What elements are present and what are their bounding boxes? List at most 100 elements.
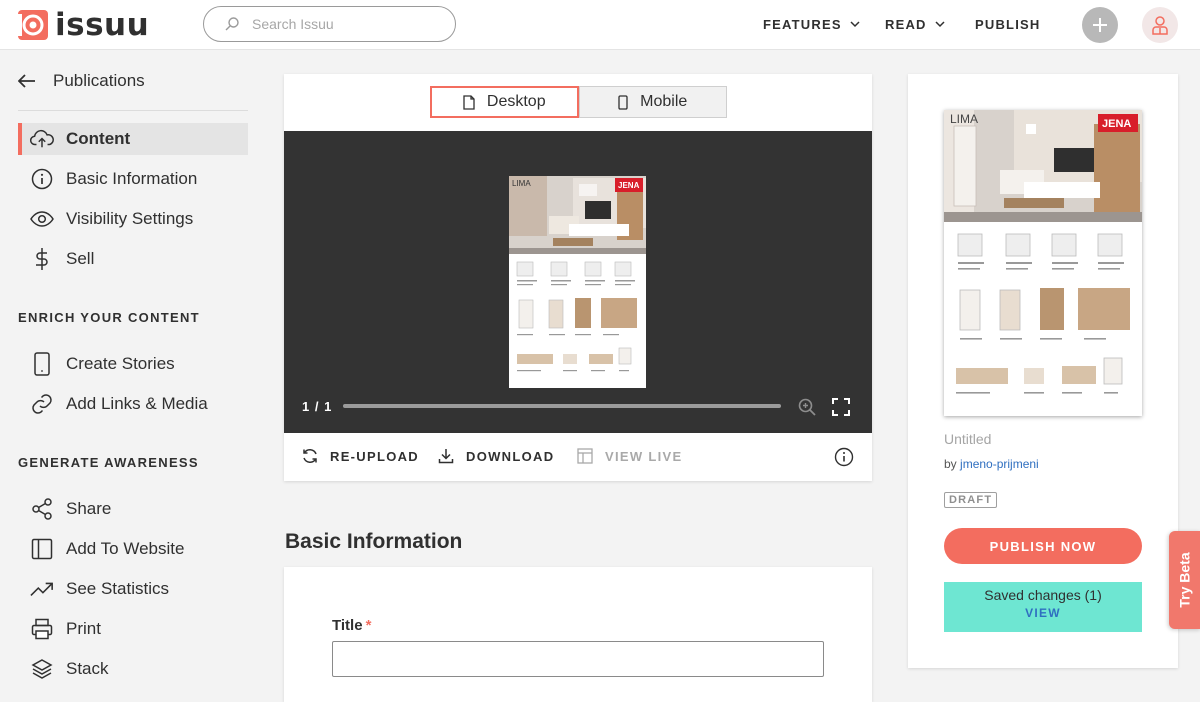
publish-now-button[interactable]: PUBLISH NOW <box>944 528 1142 564</box>
document-viewer[interactable]: JENA LIMA 1 / 1 <box>284 131 872 433</box>
sidebar-item-create-stories[interactable]: Create Stories <box>18 348 248 380</box>
view-live-label: VIEW LIVE <box>605 448 683 464</box>
embed-icon <box>30 537 54 561</box>
info-icon <box>30 167 54 191</box>
dollar-icon <box>30 247 54 271</box>
create-button[interactable] <box>1082 7 1118 43</box>
basic-information-card: Title * <box>284 567 872 702</box>
publication-thumbnail-image: JENA LIMA <box>944 110 1142 394</box>
sidebar-item-label: Print <box>66 619 101 638</box>
try-beta-label: Try Beta <box>1177 552 1193 608</box>
try-beta-tab[interactable]: Try Beta <box>1169 531 1200 629</box>
title-field-label: Title * <box>332 617 371 634</box>
trend-icon <box>30 577 54 601</box>
sidebar-item-print[interactable]: Print <box>18 613 248 645</box>
sidebar-item-sell[interactable]: Sell <box>18 243 248 275</box>
sidebar-item-label: Share <box>66 499 112 518</box>
document-page-image: JENA LIMA <box>509 176 646 372</box>
sidebar-item-add-to-website[interactable]: Add To Website <box>18 533 248 565</box>
toggle-mobile[interactable]: Mobile <box>578 86 727 118</box>
toggle-mobile-label: Mobile <box>640 93 688 110</box>
publication-summary-card: JENA LIMA Untitled by jmeno-prijmeni DRA… <box>908 74 1178 668</box>
nav-publish[interactable]: PUBLISH <box>975 17 1040 32</box>
share-icon <box>30 497 54 521</box>
sidebar-item-label: Add Links & Media <box>66 394 208 413</box>
saved-changes-box: Saved changes (1) VIEW <box>944 582 1142 632</box>
view-changes-link[interactable]: VIEW <box>944 606 1142 620</box>
basic-information-heading: Basic Information <box>285 530 463 553</box>
nav-publish-label: PUBLISH <box>975 17 1041 32</box>
viewer-controls: 1 / 1 <box>302 398 857 416</box>
status-badge: DRAFT <box>944 492 998 508</box>
eye-icon <box>30 207 54 231</box>
info-icon[interactable] <box>834 447 854 467</box>
doc-brand: JENA <box>618 181 640 190</box>
document-icon <box>463 94 475 110</box>
sidebar-item-basic-information[interactable]: Basic Information <box>18 163 248 195</box>
awareness-heading: GENERATE AWARENESS <box>18 455 199 470</box>
toggle-desktop[interactable]: Desktop <box>430 86 579 118</box>
title-label-text: Title <box>332 617 363 634</box>
nav-features[interactable]: FEATURES <box>763 17 860 32</box>
nav-read[interactable]: READ <box>885 17 945 32</box>
doc-title: LIMA <box>512 179 531 188</box>
search-icon <box>225 17 239 31</box>
sidebar-item-add-links-media[interactable]: Add Links & Media <box>18 388 248 420</box>
link-icon <box>30 392 54 416</box>
sidebar-item-label: Add To Website <box>66 539 185 558</box>
sidebar-item-visibility-settings[interactable]: Visibility Settings <box>18 203 248 235</box>
preview-actions: RE-UPLOAD DOWNLOAD VIEW LIVE <box>284 433 872 481</box>
nav-read-label: READ <box>885 17 927 32</box>
thumb-title: LIMA <box>950 112 978 126</box>
title-field[interactable] <box>332 641 824 677</box>
sidebar-item-label: Sell <box>66 249 95 268</box>
top-bar: issuu FEATURES READ PUBLISH <box>0 0 1200 50</box>
fullscreen-icon[interactable] <box>832 398 850 416</box>
sidebar-item-label: Create Stories <box>66 354 175 373</box>
nav-features-label: FEATURES <box>763 17 842 32</box>
reupload-button[interactable]: RE-UPLOAD <box>302 448 419 464</box>
sidebar-item-label: Stack <box>66 659 109 678</box>
by-prefix: by <box>944 457 957 471</box>
sidebar-item-label: Content <box>66 129 131 148</box>
issuu-logo-icon <box>18 10 48 40</box>
refresh-icon <box>303 449 317 463</box>
printer-icon <box>30 617 54 641</box>
saved-changes-text: Saved changes (1) <box>984 587 1102 603</box>
reupload-label: RE-UPLOAD <box>330 448 419 464</box>
view-live-icon <box>577 448 593 464</box>
author-link[interactable]: jmeno-prijmeni <box>960 457 1039 471</box>
device-toggle: Desktop Mobile <box>430 86 727 118</box>
page-counter: 1 / 1 <box>302 398 333 414</box>
search-input[interactable] <box>252 16 432 32</box>
sidebar-item-label: See Statistics <box>66 579 169 598</box>
arrow-left-icon <box>18 74 35 88</box>
publication-thumbnail[interactable]: JENA LIMA <box>944 110 1142 416</box>
sidebar-item-stack[interactable]: Stack <box>18 653 248 685</box>
enrich-heading: ENRICH YOUR CONTENT <box>18 310 200 325</box>
mobile-icon <box>618 94 628 110</box>
issuu-logo[interactable]: issuu <box>18 8 149 42</box>
back-label: Publications <box>53 71 145 90</box>
chevron-down-icon <box>850 21 860 28</box>
logo-text: issuu <box>55 7 150 43</box>
zoom-icon[interactable] <box>798 398 816 416</box>
view-live-button[interactable]: VIEW LIVE <box>577 448 682 464</box>
sidebar-item-content[interactable]: Content <box>18 123 248 155</box>
layers-icon <box>30 657 54 681</box>
publication-title: Untitled <box>944 431 992 447</box>
search-box[interactable] <box>203 6 456 42</box>
sidebar: Publications Content Basic Information V… <box>0 51 270 702</box>
user-avatar[interactable] <box>1142 7 1178 43</box>
upload-cloud-icon <box>30 127 54 151</box>
chevron-down-icon <box>935 21 945 28</box>
download-icon <box>438 449 454 464</box>
toggle-desktop-label: Desktop <box>486 93 546 110</box>
document-page[interactable]: JENA LIMA <box>509 176 646 388</box>
sidebar-item-share[interactable]: Share <box>18 493 248 525</box>
back-to-publications[interactable]: Publications <box>18 71 145 91</box>
sidebar-item-see-statistics[interactable]: See Statistics <box>18 573 248 605</box>
sidebar-item-label: Basic Information <box>66 169 198 188</box>
download-button[interactable]: DOWNLOAD <box>438 448 554 464</box>
page-scrubber[interactable] <box>343 404 781 408</box>
